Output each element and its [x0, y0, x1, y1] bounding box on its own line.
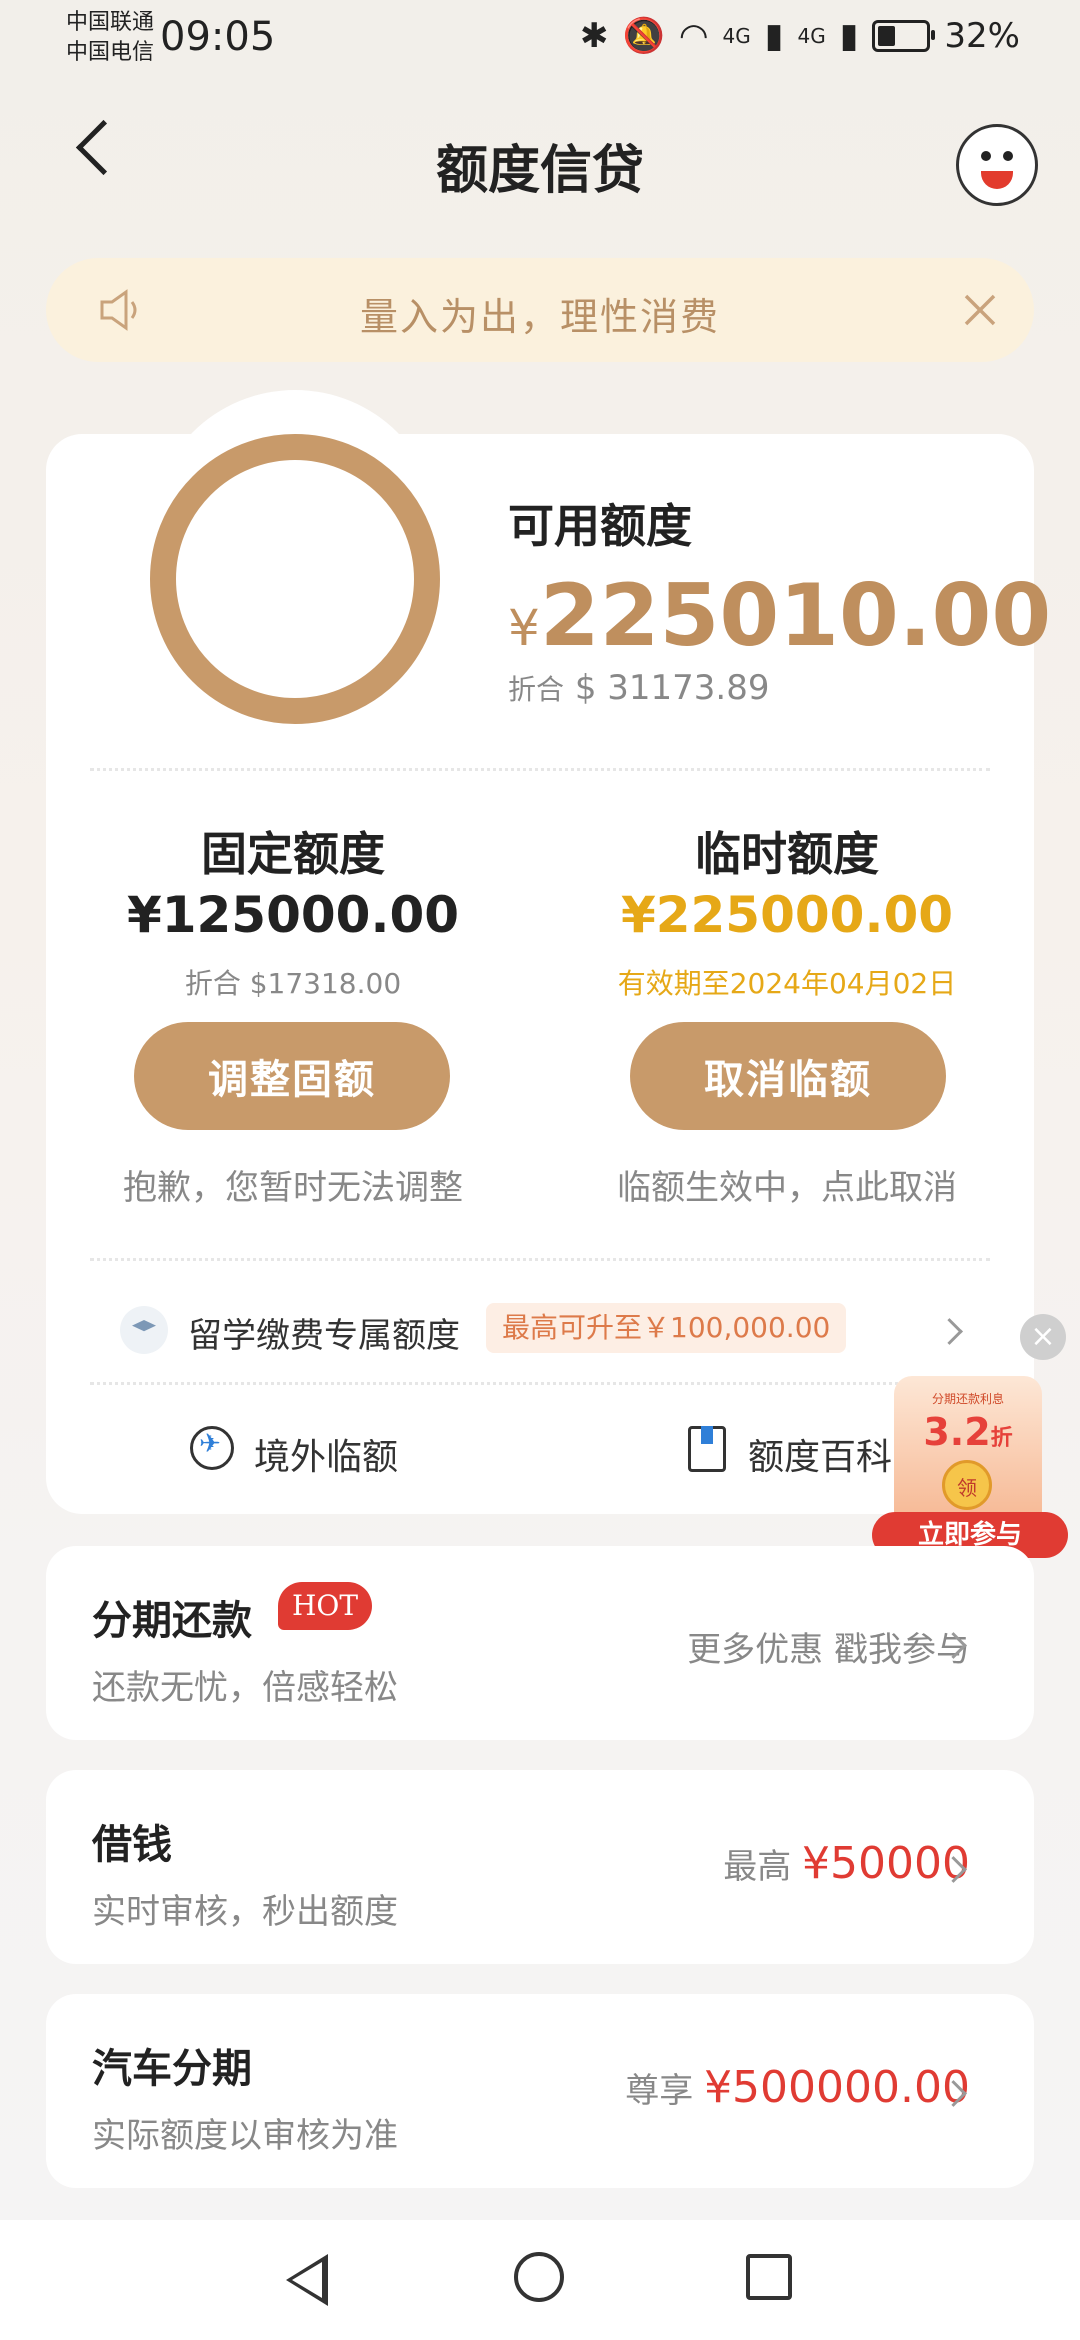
car-loan-max[interactable]: 尊享 ¥500000.00: [625, 2062, 970, 2113]
car-loan-title: 汽车分期: [92, 2046, 252, 2092]
fixed-credit-amount: ¥125000.00: [126, 886, 460, 944]
installment-promo-badge[interactable]: 分期还款利息 3.2折 领 立即参与: [872, 1376, 1072, 1558]
nav-back-inner: [292, 2262, 322, 2298]
mascot-avatar-icon[interactable]: [956, 124, 1038, 206]
fixed-credit-title: 固定额度: [201, 827, 385, 881]
fixed-credit-usd: 折合 $17318.00: [184, 967, 402, 1000]
temp-credit-note[interactable]: 临额生效中，点此取消: [540, 1160, 1034, 1209]
divider: [90, 1382, 990, 1385]
bluetooth-icon: ✱: [580, 16, 609, 56]
conv-prefix: 折合: [508, 673, 565, 706]
credit-encyclopedia-link[interactable]: 额度百科: [748, 1428, 892, 1480]
car-loan-prefix: 尊享: [625, 2071, 694, 2111]
plane-icon: [190, 1426, 234, 1470]
adjust-fixed-button[interactable]: 调整固额: [134, 1022, 450, 1130]
installment-subtitle: 还款无忧，倍感轻松: [92, 1668, 398, 1708]
mute-bell-icon: 🔕: [622, 16, 665, 56]
close-icon[interactable]: [958, 288, 1002, 332]
notice-text: 量入为出，理性消费: [359, 295, 720, 339]
car-loan-value: ¥500000.00: [704, 2062, 970, 2113]
promo-small-text: 分期还款利息: [931, 1392, 1004, 1406]
promo-rate-unit: 折: [990, 1426, 1013, 1451]
status-icons: ✱ 🔕 ◠ 4G ▮ 4G ▮ 32%: [580, 16, 1020, 56]
study-abroad-label[interactable]: 留学缴费专属额度: [188, 1308, 460, 1357]
temp-credit-title: 临时额度: [695, 827, 879, 881]
signal-bars-icon: ▮: [839, 16, 859, 56]
cancel-temp-button[interactable]: 取消临额: [630, 1022, 946, 1130]
promo-rate: 3.2折: [894, 1410, 1042, 1454]
credit-ring-chart: [150, 434, 440, 724]
fixed-credit-note: 抱歉，您暂时无法调整: [123, 1168, 463, 1208]
borrow-subtitle: 实时审核，秒出额度: [92, 1892, 398, 1932]
car-loan-subtitle: 实际额度以审核为准: [92, 2116, 398, 2156]
signal-bars-icon: ▮: [764, 16, 784, 56]
coin-icon: 领: [942, 1460, 992, 1510]
carrier-2: 中国电信: [66, 40, 155, 65]
promo-rate-value: 3.2: [923, 1410, 991, 1454]
nav-recents-icon[interactable]: [746, 2254, 792, 2300]
available-credit-label: 可用额度: [508, 499, 692, 553]
page-title: 额度信贷: [435, 141, 644, 201]
borrow-title: 借钱: [92, 1822, 172, 1868]
installment-title: 分期还款: [92, 1598, 252, 1644]
battery-percent: 32%: [944, 16, 1020, 56]
hot-badge: HOT: [278, 1582, 373, 1630]
signal-4g-1: 4G: [722, 24, 751, 48]
conv-usd-value: $ 31173.89: [574, 668, 770, 708]
divider: [90, 768, 990, 771]
temp-credit-amount: ¥225000.00: [620, 886, 954, 944]
book-icon: [688, 1426, 726, 1472]
nav-home-icon[interactable]: [514, 2252, 564, 2302]
available-credit-amount: ¥225010.00: [508, 566, 1051, 666]
available-usd-conversion: 折合 $ 31173.89: [508, 668, 770, 708]
carrier-1: 中国联通: [66, 10, 155, 35]
graduation-cap-icon: [120, 1306, 168, 1354]
divider: [90, 1258, 990, 1261]
temp-credit-validity: 有效期至2024年04月02日: [617, 967, 957, 1000]
currency-symbol: ¥: [508, 599, 540, 657]
status-time: 09:05: [160, 14, 276, 60]
overseas-temp-link[interactable]: 境外临额: [254, 1428, 398, 1480]
borrow-max[interactable]: 最高 ¥50000: [723, 1838, 970, 1889]
carrier-info: 中国联通 中国电信: [66, 8, 154, 68]
study-abroad-tag: 最高可升至￥100,000.00: [486, 1303, 847, 1353]
promo-close-icon[interactable]: ×: [1020, 1314, 1066, 1360]
battery-icon: [872, 20, 936, 52]
installment-offer-text[interactable]: 更多优惠 戳我参与: [687, 1622, 970, 1671]
available-amount-value: 225010.00: [539, 566, 1052, 666]
signal-4g-2: 4G: [797, 24, 826, 48]
wifi-icon: ◠: [678, 16, 709, 56]
borrow-max-prefix: 最高: [723, 1847, 792, 1887]
